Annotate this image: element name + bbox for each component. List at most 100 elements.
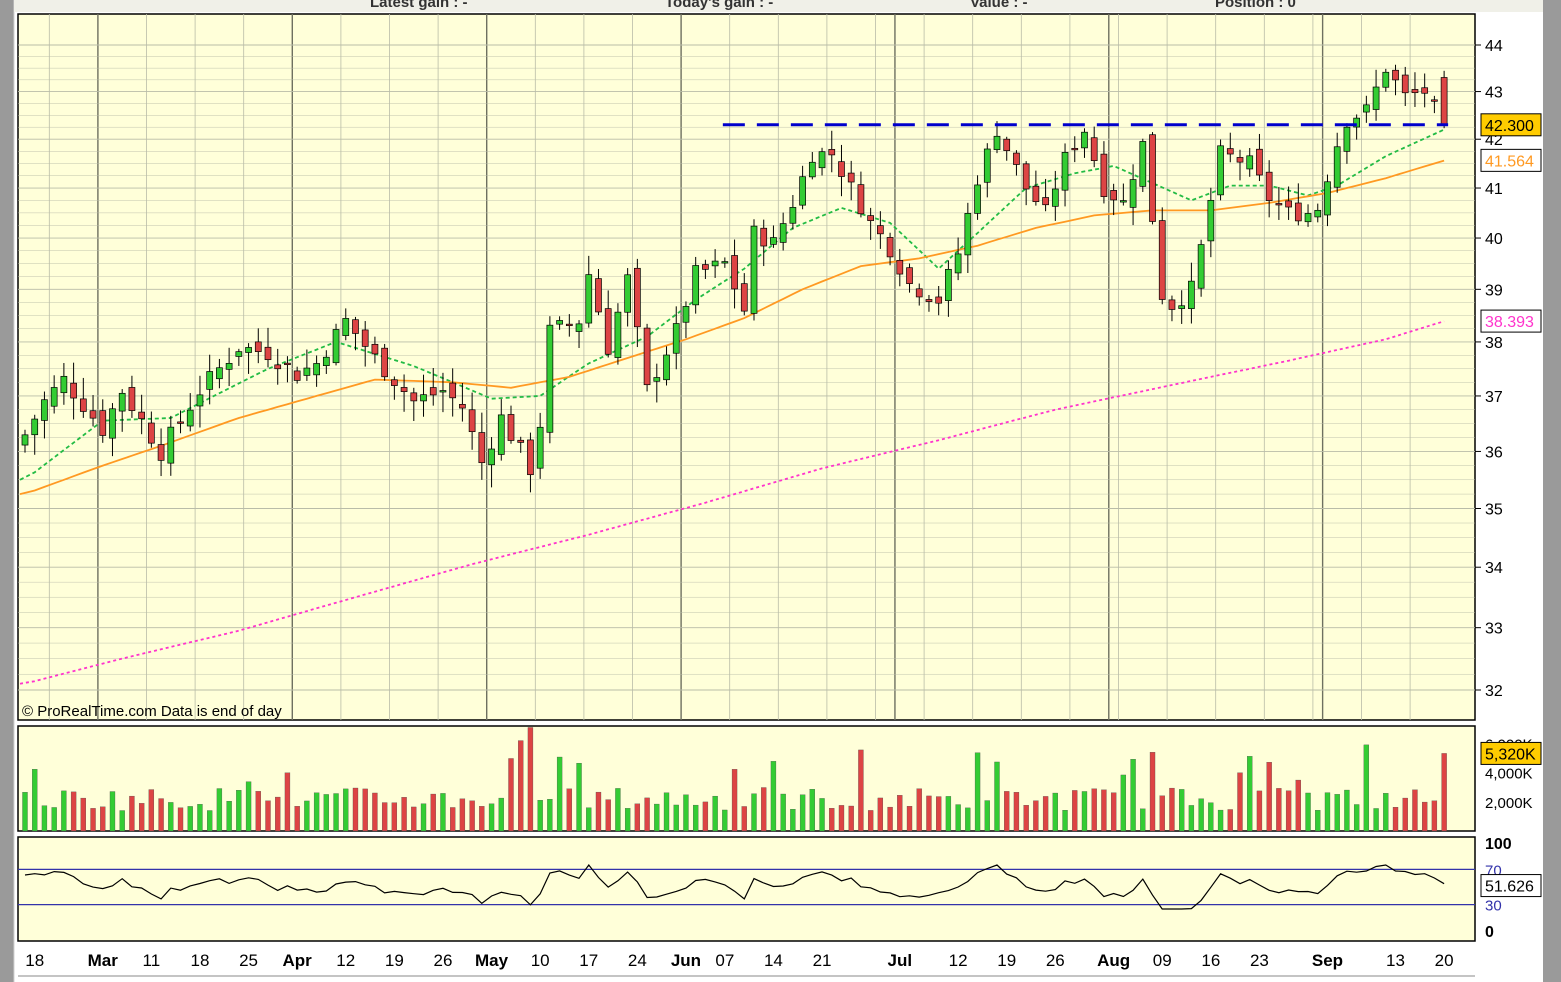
candle-body xyxy=(381,347,388,378)
candle-body xyxy=(371,343,379,355)
volume-bar xyxy=(197,804,203,832)
rsi-tick-label: 100 xyxy=(1485,836,1512,853)
volume-bar xyxy=(683,794,689,832)
volume-bar xyxy=(313,792,320,832)
volume-bar xyxy=(1383,793,1389,832)
candle-body xyxy=(1411,89,1419,94)
candle-body xyxy=(1246,155,1254,170)
volume-bar xyxy=(1324,792,1331,832)
candle-body xyxy=(167,426,175,464)
volume-bar xyxy=(556,756,563,832)
volume-bar xyxy=(226,801,232,832)
volume-bar xyxy=(1130,759,1136,832)
header-label: Today's gain : - xyxy=(665,0,773,11)
date-tick-label: 10 xyxy=(531,951,550,970)
candle-body xyxy=(799,176,806,206)
volume-bar xyxy=(119,810,125,832)
volume-bar xyxy=(1208,802,1214,832)
candle-body xyxy=(1236,157,1244,163)
volume-bar xyxy=(906,806,913,832)
candle-body xyxy=(31,418,39,436)
candle-body xyxy=(177,421,184,424)
volume-bar xyxy=(148,789,155,832)
volume-bar xyxy=(1081,791,1088,832)
volume-bar xyxy=(100,806,106,832)
volume-bar xyxy=(391,802,398,832)
header-background xyxy=(14,0,1543,12)
volume-bar xyxy=(994,761,1000,832)
volume-bar xyxy=(1052,792,1058,832)
volume-bar xyxy=(751,793,757,832)
candle-body xyxy=(604,308,612,355)
candle-body xyxy=(488,448,495,466)
date-tick-label: 07 xyxy=(715,951,734,970)
candle-body xyxy=(1294,202,1302,222)
candle-body xyxy=(682,306,690,323)
volume-bar xyxy=(1188,805,1195,832)
candle-body xyxy=(1139,141,1147,187)
date-tick-label: Mar xyxy=(88,951,119,970)
candle-body xyxy=(556,320,563,325)
candle-body xyxy=(1401,74,1409,94)
candle-body xyxy=(449,382,457,399)
candle-body xyxy=(1042,197,1049,206)
price-tick-label: 33 xyxy=(1485,621,1503,638)
candle-body xyxy=(342,318,350,336)
candle-body xyxy=(828,149,836,156)
volume-bar xyxy=(1295,779,1301,832)
candle-body xyxy=(1013,152,1020,165)
candle-body xyxy=(974,184,981,214)
volume-bar xyxy=(236,790,242,832)
volume-bar xyxy=(770,761,777,832)
volume-bar xyxy=(440,793,446,832)
candle-body xyxy=(245,347,252,353)
date-tick-label: 16 xyxy=(1201,951,1220,970)
candle-body xyxy=(1061,152,1069,191)
volume-bar xyxy=(1091,788,1097,832)
candle-body xyxy=(41,399,48,421)
candle-body xyxy=(478,432,486,464)
volume-bar xyxy=(936,796,942,832)
volume-bar xyxy=(624,808,631,832)
volume-bar xyxy=(1110,792,1117,832)
candle-body xyxy=(945,268,952,301)
volume-bar xyxy=(1334,794,1340,832)
volume-bar xyxy=(245,781,252,832)
volume-bar xyxy=(1431,800,1438,832)
volume-bar xyxy=(644,797,650,832)
volume-bar xyxy=(90,808,96,832)
volume-bar xyxy=(887,806,893,832)
candle-body xyxy=(186,409,194,427)
volume-bar xyxy=(1198,798,1204,832)
volume-bar xyxy=(469,800,475,832)
volume-bar xyxy=(1062,810,1068,832)
candle-body xyxy=(109,408,116,439)
candle-body xyxy=(497,414,505,455)
candle-body xyxy=(818,151,826,169)
date-tick-label: 26 xyxy=(433,951,452,970)
stock-chart: Latest gain : - Today's gain : - Value : -… xyxy=(0,0,1561,982)
date-tick-label: 19 xyxy=(385,951,404,970)
volume-bar xyxy=(984,800,990,832)
candle-body xyxy=(575,323,583,332)
volume-bar xyxy=(1072,790,1078,832)
candle-body xyxy=(1217,145,1224,196)
date-tick-label: Sep xyxy=(1312,951,1343,970)
volume-bar xyxy=(158,798,164,832)
date-tick-label: 24 xyxy=(628,951,647,970)
volume-bar xyxy=(207,810,213,832)
candle-body xyxy=(595,278,602,313)
volume-bar xyxy=(945,796,952,832)
candle-body xyxy=(770,237,777,245)
date-tick-label: 12 xyxy=(949,951,968,970)
volume-bar xyxy=(430,793,436,832)
candle-body xyxy=(692,265,700,306)
volume-bar xyxy=(1422,801,1428,832)
candle-body xyxy=(1226,148,1234,155)
candle-body xyxy=(983,148,991,183)
date-tick-label: Aug xyxy=(1097,951,1130,970)
moving-average-value: 41.564 xyxy=(1485,153,1534,170)
price-tick-label: 44 xyxy=(1485,38,1503,55)
candle-body xyxy=(138,411,145,420)
volume-bar xyxy=(323,794,329,832)
